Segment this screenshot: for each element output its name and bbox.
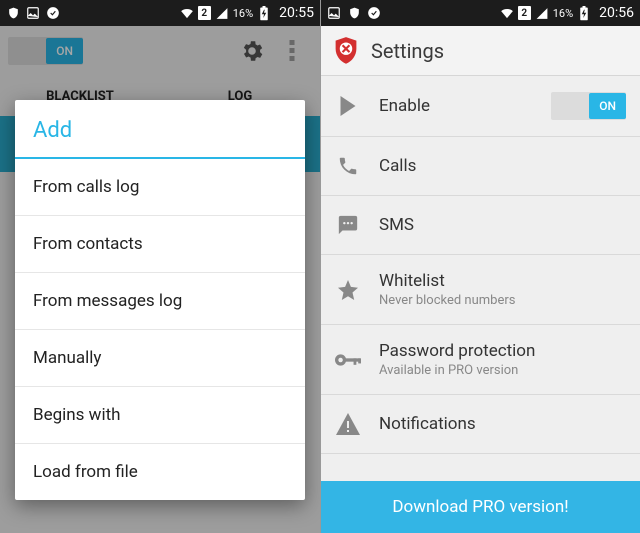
phone-icon bbox=[335, 153, 361, 179]
row-whitelist[interactable]: Whitelist Never blocked numbers bbox=[321, 255, 640, 325]
sms-icon bbox=[335, 212, 361, 238]
row-sublabel: Available in PRO version bbox=[379, 363, 626, 378]
row-calls[interactable]: Calls bbox=[321, 137, 640, 196]
battery-pct: 16% bbox=[553, 7, 573, 20]
clock: 20:56 bbox=[595, 5, 634, 21]
sim-icon: 2 bbox=[518, 6, 531, 20]
row-label: Enable bbox=[379, 96, 533, 116]
row-label: SMS bbox=[379, 215, 626, 235]
row-label: Whitelist bbox=[379, 271, 626, 291]
shield-status-icon bbox=[347, 6, 361, 20]
row-sublabel: Never blocked numbers bbox=[379, 293, 626, 308]
phone-left: 2 16% 20:55 ON BLACKLIST LOG bbox=[0, 0, 320, 533]
row-enable[interactable]: Enable ON bbox=[321, 76, 640, 137]
dialog-item-load-file[interactable]: Load from file bbox=[15, 444, 305, 500]
warning-icon bbox=[335, 411, 361, 437]
dialog-item-messages-log[interactable]: From messages log bbox=[15, 273, 305, 330]
dialog-title: Add bbox=[15, 100, 305, 159]
enable-toggle[interactable]: ON bbox=[551, 92, 626, 120]
signal-icon bbox=[215, 6, 229, 20]
shield-status-icon bbox=[6, 6, 20, 20]
row-password[interactable]: Password protection Available in PRO ver… bbox=[321, 325, 640, 395]
star-icon bbox=[335, 277, 361, 303]
row-label: Notifications bbox=[379, 414, 626, 434]
row-label: Calls bbox=[379, 156, 626, 176]
add-dialog: Add From calls log From contacts From me… bbox=[15, 100, 305, 500]
battery-charging-icon bbox=[257, 6, 271, 20]
dialog-item-calls-log[interactable]: From calls log bbox=[15, 159, 305, 216]
sim-icon: 2 bbox=[198, 6, 211, 20]
battery-pct: 16% bbox=[233, 7, 253, 20]
check-status-icon bbox=[367, 6, 381, 20]
image-status-icon bbox=[327, 6, 341, 20]
key-icon bbox=[335, 347, 361, 373]
row-label: Password protection bbox=[379, 341, 626, 361]
dialog-item-begins-with[interactable]: Begins with bbox=[15, 387, 305, 444]
dialog-item-manually[interactable]: Manually bbox=[15, 330, 305, 387]
settings-title: Settings bbox=[371, 39, 444, 63]
pro-banner[interactable]: Download PRO version! bbox=[321, 481, 640, 533]
statusbar: 2 16% 20:56 bbox=[321, 0, 640, 26]
dialog-item-contacts[interactable]: From contacts bbox=[15, 216, 305, 273]
statusbar: 2 16% 20:55 bbox=[0, 0, 320, 26]
play-icon bbox=[335, 93, 361, 119]
clock: 20:55 bbox=[275, 5, 314, 21]
battery-charging-icon bbox=[577, 6, 591, 20]
row-notifications[interactable]: Notifications bbox=[321, 395, 640, 454]
app-shield-icon bbox=[331, 36, 361, 66]
image-status-icon bbox=[26, 6, 40, 20]
wifi-icon bbox=[500, 6, 514, 20]
row-sms[interactable]: SMS bbox=[321, 196, 640, 255]
check-status-icon bbox=[46, 6, 60, 20]
wifi-icon bbox=[180, 6, 194, 20]
phone-right: 2 16% 20:56 Settings Enable bbox=[320, 0, 640, 533]
signal-icon bbox=[535, 6, 549, 20]
settings-header: Settings bbox=[321, 26, 640, 76]
